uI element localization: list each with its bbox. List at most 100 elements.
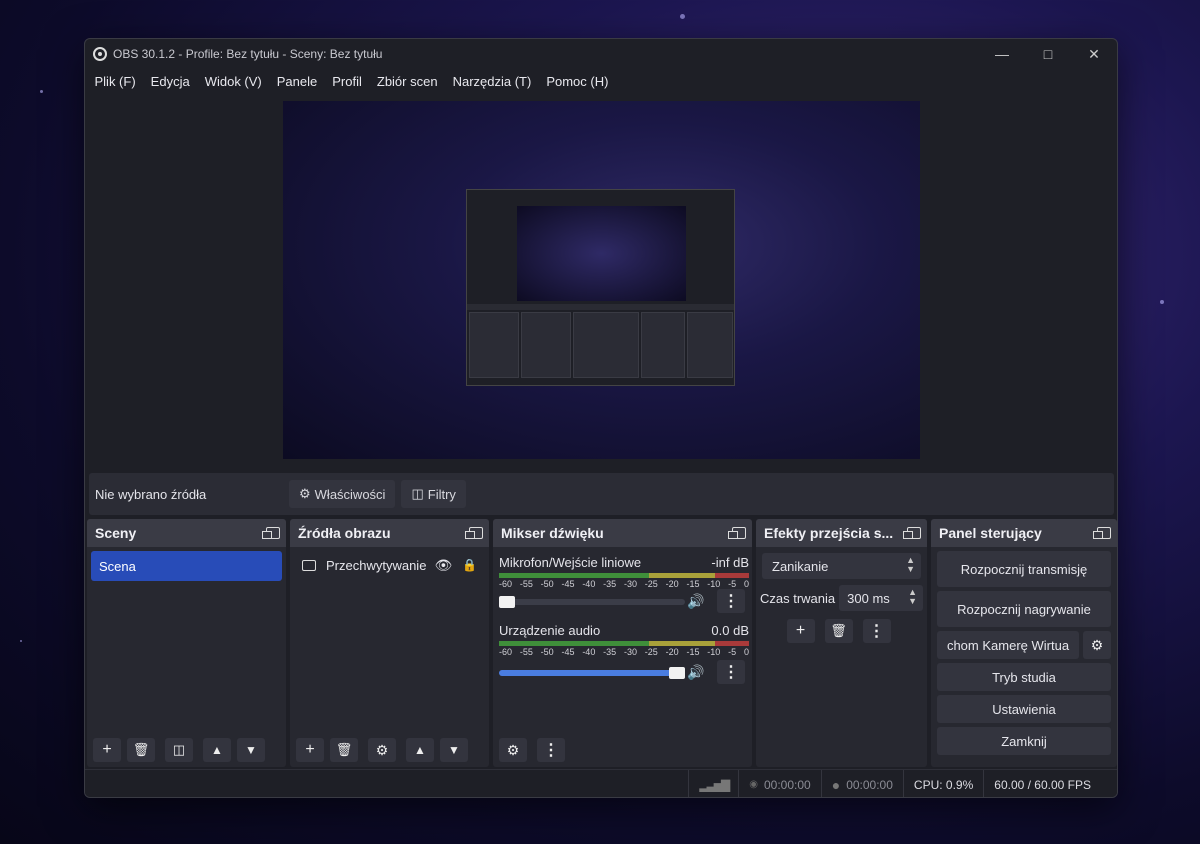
transition-toolbar: + 🗑 ⋮ <box>756 619 927 643</box>
duration-row: Czas trwania 300 ms ▲ ▼ <box>760 585 923 611</box>
volume-meter <box>499 573 749 578</box>
move-down-icon[interactable]: ▼ <box>237 738 265 762</box>
tick-label: -5 <box>728 579 737 589</box>
tick-label: -20 <box>665 579 679 589</box>
virtual-camera-gear-icon[interactable]: ⚙ <box>1083 631 1111 659</box>
tick-label: -25 <box>644 579 658 589</box>
tick-label: -45 <box>561 579 575 589</box>
undock-icon[interactable] <box>903 527 921 539</box>
speaker-icon[interactable]: 🔊 <box>687 593 704 610</box>
preview-canvas[interactable] <box>283 101 920 459</box>
menu-scene-collection[interactable]: Zbiór scen <box>369 74 445 89</box>
undock-icon[interactable] <box>1093 527 1111 539</box>
mixer-channel: Urządzenie audio 0.0 dB -60 -55 -50 -45 -40-… <box>499 623 749 657</box>
trash-icon[interactable]: 🗑 <box>330 738 358 762</box>
advanced-audio-gear-icon[interactable]: ⚙ <box>499 738 527 762</box>
dock-title: Panel sterujący <box>939 525 1042 541</box>
undock-icon[interactable] <box>465 527 483 539</box>
menu-help[interactable]: Pomoc (H) <box>539 74 616 89</box>
volume-slider[interactable] <box>499 667 685 679</box>
meter-scale: -60 -55 -50 -45 -40 -35 -30 -25 -20 -15 -10 -5 0 <box>499 579 749 589</box>
controls-header: Panel sterujący <box>931 519 1117 547</box>
scene-label: Scena <box>99 558 136 574</box>
studio-mode-button[interactable]: Tryb studia <box>937 663 1111 691</box>
volume-knob[interactable] <box>669 667 685 679</box>
exit-button[interactable]: Zamknij <box>937 727 1111 755</box>
transition-select[interactable]: Zanikanie ▲ ▼ <box>762 553 921 579</box>
duration-spinbox[interactable]: 300 ms ▲ ▼ <box>839 585 923 611</box>
mixer-dock: Mikser dźwięku Mikrofon/Wejście liniowe … <box>493 519 752 767</box>
close-button[interactable]: ✕ <box>1071 39 1117 69</box>
scenes-header: Sceny <box>87 519 286 547</box>
mixer-menu-button[interactable]: ⋮ <box>537 738 565 762</box>
move-up-icon[interactable]: ▲ <box>203 738 231 762</box>
move-up-icon[interactable]: ▲ <box>406 738 434 762</box>
menu-view[interactable]: Widok (V) <box>197 74 269 89</box>
menu-docks[interactable]: Panele <box>269 74 324 89</box>
maximize-button[interactable]: □ <box>1025 39 1071 69</box>
filter-icon: ◫ <box>411 486 424 501</box>
scene-item[interactable]: Scena <box>91 551 282 581</box>
transition-menu-button[interactable]: ⋮ <box>862 619 891 643</box>
channel-menu-button[interactable]: ⋮ <box>717 660 745 684</box>
updown-icon: ▲ ▼ <box>906 555 915 574</box>
volume-slider[interactable] <box>499 596 685 608</box>
menu-file[interactable]: Plik (F) <box>87 74 143 89</box>
volume-knob[interactable] <box>499 596 515 608</box>
filters-label: Filtry <box>427 486 456 502</box>
duration-value: 300 ms <box>847 590 890 606</box>
trash-icon[interactable]: 🗑 <box>127 738 155 762</box>
properties-label: Właściwości <box>314 486 386 502</box>
scene-filter-icon[interactable]: ◫ <box>165 738 193 762</box>
status-bar: ▂▃▅▇ ◉ 00:00:00 ● 00:00:00 CPU: 0.9% 60.… <box>85 769 1117 797</box>
tick-label: -30 <box>623 579 637 589</box>
tick-label: -35 <box>603 579 617 589</box>
virtual-camera-button[interactable]: chom Kamerę Wirtua <box>937 631 1079 659</box>
menu-profile[interactable]: Profil <box>325 74 370 89</box>
move-down-icon[interactable]: ▼ <box>440 738 468 762</box>
add-icon[interactable]: + <box>786 619 815 643</box>
dock-title: Efekty przejścia s... <box>764 525 894 541</box>
settings-button[interactable]: Ustawienia <box>937 695 1111 723</box>
add-icon[interactable]: + <box>296 738 324 762</box>
controls-dock: Panel sterujący Rozpocznij transmisję Ro… <box>931 519 1117 767</box>
menu-edit[interactable]: Edycja <box>143 74 197 89</box>
virtual-cam-row: chom Kamerę Wirtua ⚙ <box>937 631 1111 659</box>
no-source-label: Nie wybrano źródła <box>95 486 207 502</box>
nested-dock <box>687 312 733 378</box>
nested-dock <box>641 312 685 378</box>
monitor-icon <box>302 559 316 571</box>
sources-dock: Źródła obrazu Przechwytywanie 👁 🔒 + 🗑 ⚙ … <box>290 519 489 767</box>
mixer-toolbar: ⚙ ⋮ <box>493 733 752 767</box>
nested-dock <box>573 312 639 378</box>
recording-time: 00:00:00 <box>764 777 811 792</box>
start-recording-button[interactable]: Rozpocznij nagrywanie <box>937 591 1111 627</box>
nested-preview <box>517 206 686 301</box>
background-star <box>20 640 22 642</box>
trash-icon[interactable]: 🗑 <box>824 619 853 643</box>
stream-icon: ● <box>831 776 841 793</box>
tick-label: -10 <box>707 647 721 657</box>
source-item[interactable]: Przechwytywanie 👁 🔒 <box>294 551 485 579</box>
tick-label: -50 <box>540 647 554 657</box>
minimize-button[interactable]: — <box>979 39 1025 69</box>
tick-label: -10 <box>707 579 721 589</box>
add-icon[interactable]: + <box>93 738 121 762</box>
dock-title: Sceny <box>95 525 137 541</box>
lock-icon[interactable]: 🔒 <box>462 558 477 572</box>
start-streaming-button[interactable]: Rozpocznij transmisję <box>937 551 1111 587</box>
speaker-icon[interactable]: 🔊 <box>687 664 704 681</box>
recording-status: ◉ 00:00:00 <box>738 769 820 797</box>
channel-menu-button[interactable]: ⋮ <box>717 589 745 613</box>
dock-title: Mikser dźwięku <box>501 525 604 541</box>
eye-icon[interactable]: 👁 <box>434 557 452 574</box>
title-bar: OBS 30.1.2 - Profile: Bez tytułu - Sceny… <box>85 39 1117 69</box>
undock-icon[interactable] <box>728 527 746 539</box>
obs-window: OBS 30.1.2 - Profile: Bez tytułu - Sceny… <box>84 38 1118 798</box>
filters-button[interactable]: ◫ Filtry <box>401 480 466 508</box>
menu-tools[interactable]: Narzędzia (T) <box>445 74 539 89</box>
undock-icon[interactable] <box>262 527 280 539</box>
streaming-status: ● 00:00:00 <box>820 769 903 797</box>
properties-button[interactable]: ⚙ Właściwości <box>289 480 396 508</box>
gear-icon[interactable]: ⚙ <box>368 738 396 762</box>
